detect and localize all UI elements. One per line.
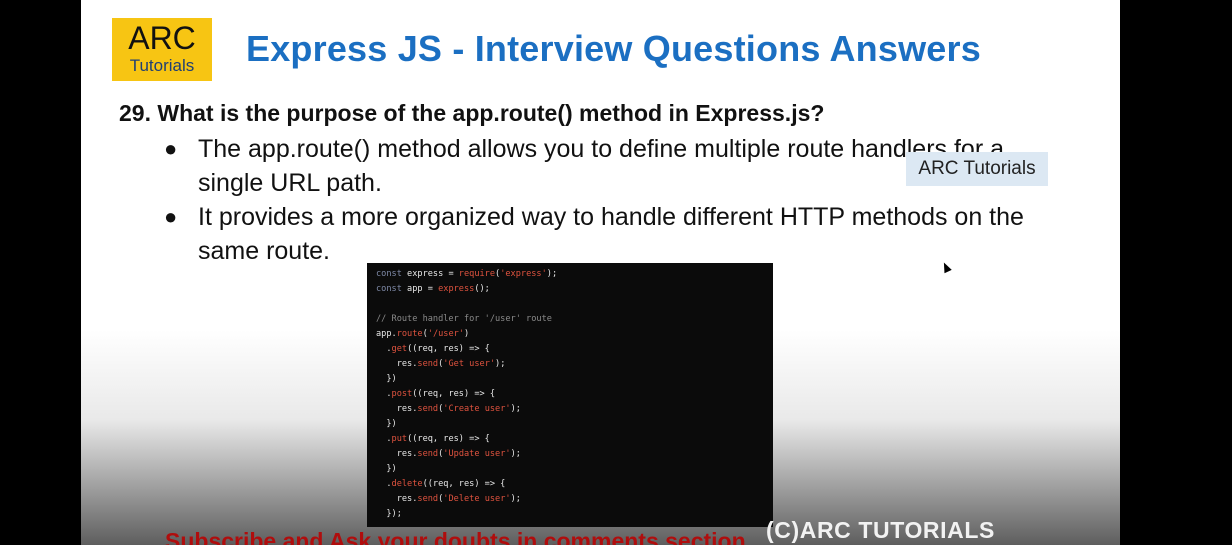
code-token: get [391,344,408,354]
code-token: res. [376,494,418,504]
code-line: .get((req, res) => { [376,342,773,357]
bullet-dot-icon: ● [164,204,178,229]
code-line: res.send('Delete user'); [376,492,773,507]
code-token: ); [510,494,521,504]
arc-tutorials-logo: ARC Tutorials [112,18,212,81]
code-snippet: const express = require('express'); const… [367,263,773,527]
code-line: res.send('Update user'); [376,447,773,462]
code-line: }); [376,507,773,522]
code-token: }); [376,509,402,519]
code-line: const express = require('express'); [376,267,773,282]
slide: ARC Tutorials Express JS - Interview Que… [81,0,1120,545]
bullet-text-line-1: It provides a more organized way to hand… [198,203,1024,231]
code-token: '/user' [427,329,464,339]
code-line: .put((req, res) => { [376,432,773,447]
code-token: ((req, res) => { [407,344,490,354]
slide-title: Express JS - Interview Questions Answers [246,28,981,69]
code-token: }) [376,464,397,474]
code-line: res.send('Create user'); [376,402,773,417]
code-token: . [376,434,392,444]
code-token: put [391,434,408,444]
code-token: 'express' [500,269,547,279]
code-token: send [417,449,439,459]
code-token: . [376,479,392,489]
subscribe-call-to-action: Subscribe and Ask your doubts in comment… [165,528,746,545]
code-token: // Route handler for '/user' route [376,314,552,324]
code-token: send [417,494,439,504]
code-token: 'Update user' [443,449,511,459]
code-token: . [376,344,392,354]
code-line: res.send('Get user'); [376,357,773,372]
code-token: 'Create user' [443,404,511,414]
code-token: ((req, res) => { [407,434,490,444]
code-token: const [376,269,408,279]
code-line: }) [376,417,773,432]
code-token: ((req, res) => { [422,479,506,489]
question-heading: 29. What is the purpose of the app.route… [119,100,825,126]
code-line: const app = express(); [376,282,773,297]
logo-sub-text: Tutorials [129,56,195,75]
code-token: app. [376,329,397,339]
code-token: (); [474,284,490,294]
code-line: // Route handler for '/user' route [376,312,773,327]
copyright-watermark: (C)ARC TUTORIALS [766,517,995,543]
code-token: ); [510,404,521,414]
code-token: ); [546,269,558,279]
code-token: }) [376,374,397,384]
video-frame: ARC Tutorials Express JS - Interview Que… [0,0,1232,545]
code-token: . [376,389,392,399]
code-token: send [417,404,439,414]
logo-main-text: ARC [128,20,196,56]
mouse-pointer-icon [940,260,952,274]
code-token: const [376,284,408,294]
code-token: 'Delete user' [443,494,511,504]
bullet-text-line-1: The app.route() method allows you to def… [198,135,1005,163]
code-line: }) [376,372,773,387]
code-token: route [396,329,423,339]
code-token: res. [376,359,418,369]
code-line: .delete((req, res) => { [376,477,773,492]
code-token: 'Get user' [443,359,496,369]
code-line: app.route('/user') [376,327,773,342]
code-line: .post((req, res) => { [376,387,773,402]
bullet-text-line-2: single URL path. [198,169,382,197]
code-token: ); [495,359,506,369]
code-token: express [438,284,475,294]
code-token: express = [407,269,459,279]
code-line: }) [376,462,773,477]
code-token: ); [510,449,521,459]
code-token: res. [376,404,418,414]
code-token: res. [376,449,418,459]
bullet-text-line-2: same route. [198,237,331,265]
code-token: delete [391,479,423,489]
code-token: ) [463,329,470,339]
arc-tutorials-overlay-badge: ARC Tutorials [906,152,1048,186]
code-token: require [458,269,496,279]
code-token: }) [376,419,397,429]
code-token: ((req, res) => { [412,389,496,399]
bullet-dot-icon: ● [164,136,178,161]
code-token: post [391,389,413,399]
code-token: app = [407,284,439,294]
code-token: send [417,359,439,369]
